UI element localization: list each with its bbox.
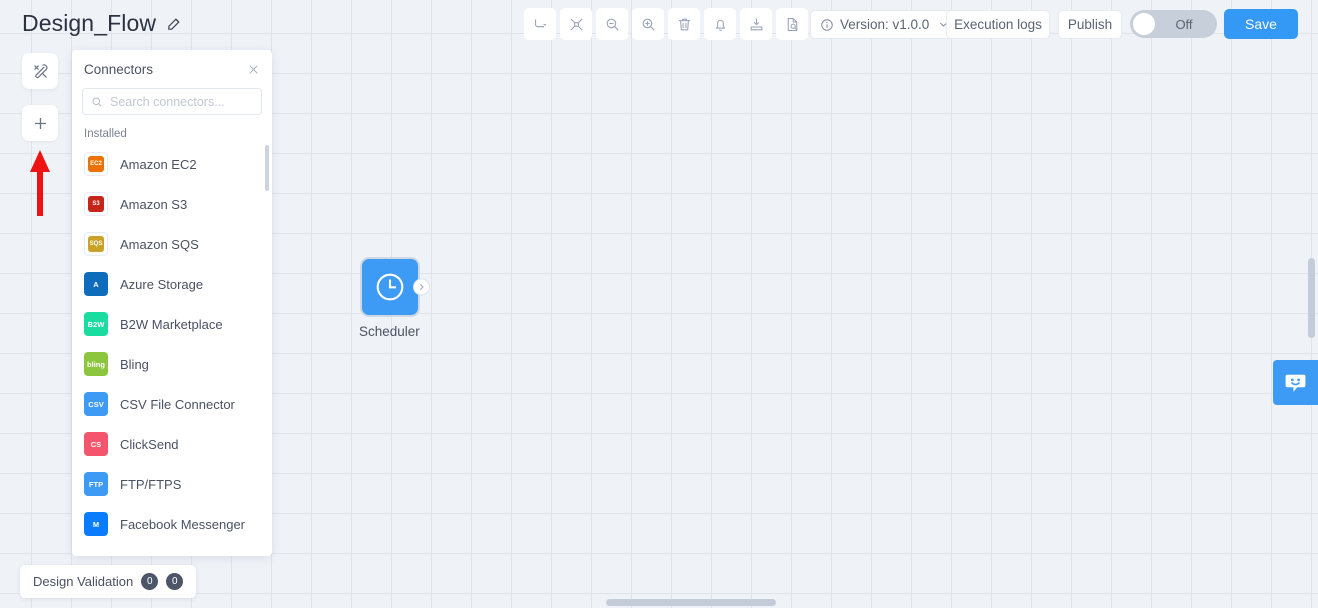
amazon-ec2-icon: EC2 [84,152,108,176]
scheduler-node[interactable]: Scheduler [360,257,420,339]
execution-logs-button[interactable]: Execution logs [946,10,1050,39]
connector-name: Facebook Messenger [120,517,245,532]
add-node-button[interactable] [22,105,58,141]
csv-file-connector-icon: CSV [84,392,108,416]
b2w-marketplace-icon: B2W [84,312,108,336]
flow-title-area: Design_Flow [22,10,183,37]
connector-name: Amazon SQS [120,237,199,252]
connectors-panel-scrollbar[interactable] [265,145,269,191]
publish-button[interactable]: Publish [1058,10,1122,39]
connector-name: Amazon S3 [120,197,187,212]
connectors-list: EC2 Amazon EC2 S3 Amazon S3 SQS Amazon SQS A Az… [72,144,272,544]
chat-support-widget[interactable] [1273,360,1318,405]
toggle-label: Off [1155,17,1217,32]
pencil-edit-icon[interactable] [166,15,183,32]
connector-list-item[interactable]: FTP FTP/FTPS [72,464,272,504]
connector-name: CSV File Connector [120,397,235,412]
canvas-horizontal-scrollbar[interactable] [606,599,776,606]
toggle-knob [1133,13,1155,35]
connectors-panel: Connectors Installed EC2 Amazon EC2 S3 Amaz… [72,50,272,556]
connector-list-item[interactable]: CS ClickSend [72,424,272,464]
connector-list-item[interactable]: M Facebook Messenger [72,504,272,544]
connector-name: B2W Marketplace [120,317,223,332]
facebook-messenger-icon: M [84,512,108,536]
azure-storage-icon: A [84,272,108,296]
document-search-icon-button[interactable] [776,8,808,40]
canvas-toolbar [524,8,808,40]
amazon-sqs-icon: SQS [84,232,108,256]
clock-scheduler-icon [372,269,408,305]
search-input[interactable] [110,95,271,109]
delete-trash-icon-button[interactable] [668,8,700,40]
connector-list-item[interactable]: A Azure Storage [72,264,272,304]
connector-name: FTP/FTPS [120,477,181,492]
connector-list-item[interactable]: CSV CSV File Connector [72,384,272,424]
search-icon [91,96,103,108]
design-validation-bar[interactable]: Design Validation 0 0 [20,565,196,598]
save-button[interactable]: Save [1224,9,1298,39]
connector-line-icon-button[interactable] [524,8,556,40]
canvas-vertical-scrollbar[interactable] [1308,258,1315,338]
tools-wrench-screwdriver-icon [31,62,50,81]
connector-list-item[interactable]: B2W B2W Marketplace [72,304,272,344]
zoom-out-icon-button[interactable] [596,8,628,40]
scheduler-node-box[interactable] [360,257,420,317]
tools-panel-button[interactable] [22,53,58,89]
import-icon-button[interactable] [740,8,772,40]
node-output-handle[interactable] [413,279,430,296]
page-title: Design_Flow [22,10,156,37]
installed-section-label: Installed [84,128,272,140]
design-validation-label: Design Validation [33,574,133,589]
connectors-panel-header: Connectors [72,50,272,77]
chat-smiley-icon [1283,370,1308,395]
clicksend-icon: CS [84,432,108,456]
zoom-in-icon-button[interactable] [632,8,664,40]
connector-list-item[interactable]: bling Bling [72,344,272,384]
connector-name: Amazon EC2 [120,157,197,172]
connector-name: ClickSend [120,437,179,452]
plus-icon [31,114,50,133]
chevron-right-icon [417,283,426,292]
amazon-s3-icon: S3 [84,192,108,216]
connector-name: Azure Storage [120,277,203,292]
connectors-panel-title: Connectors [84,62,153,77]
close-x-icon[interactable] [247,63,260,76]
search-connectors-field[interactable] [82,88,262,115]
validation-error-badge: 0 [141,573,158,590]
connector-name: Bling [120,357,149,372]
collapse-all-icon-button[interactable] [560,8,592,40]
red-arrow-up-icon [27,148,53,218]
version-label: Version: v1.0.0 [840,17,929,32]
version-selector[interactable]: Version: v1.0.0 [810,10,960,39]
connector-list-item[interactable]: EC2 Amazon EC2 [72,144,272,184]
ftp-ftps-icon: FTP [84,472,108,496]
connector-list-item[interactable]: SQS Amazon SQS [72,224,272,264]
info-circle-icon [820,18,834,32]
bling-icon: bling [84,352,108,376]
validation-warning-badge: 0 [166,573,183,590]
notification-bell-icon-button[interactable] [704,8,736,40]
connector-list-item[interactable]: S3 Amazon S3 [72,184,272,224]
scheduler-node-label: Scheduler [359,324,419,339]
enable-toggle[interactable]: Off [1130,10,1217,38]
